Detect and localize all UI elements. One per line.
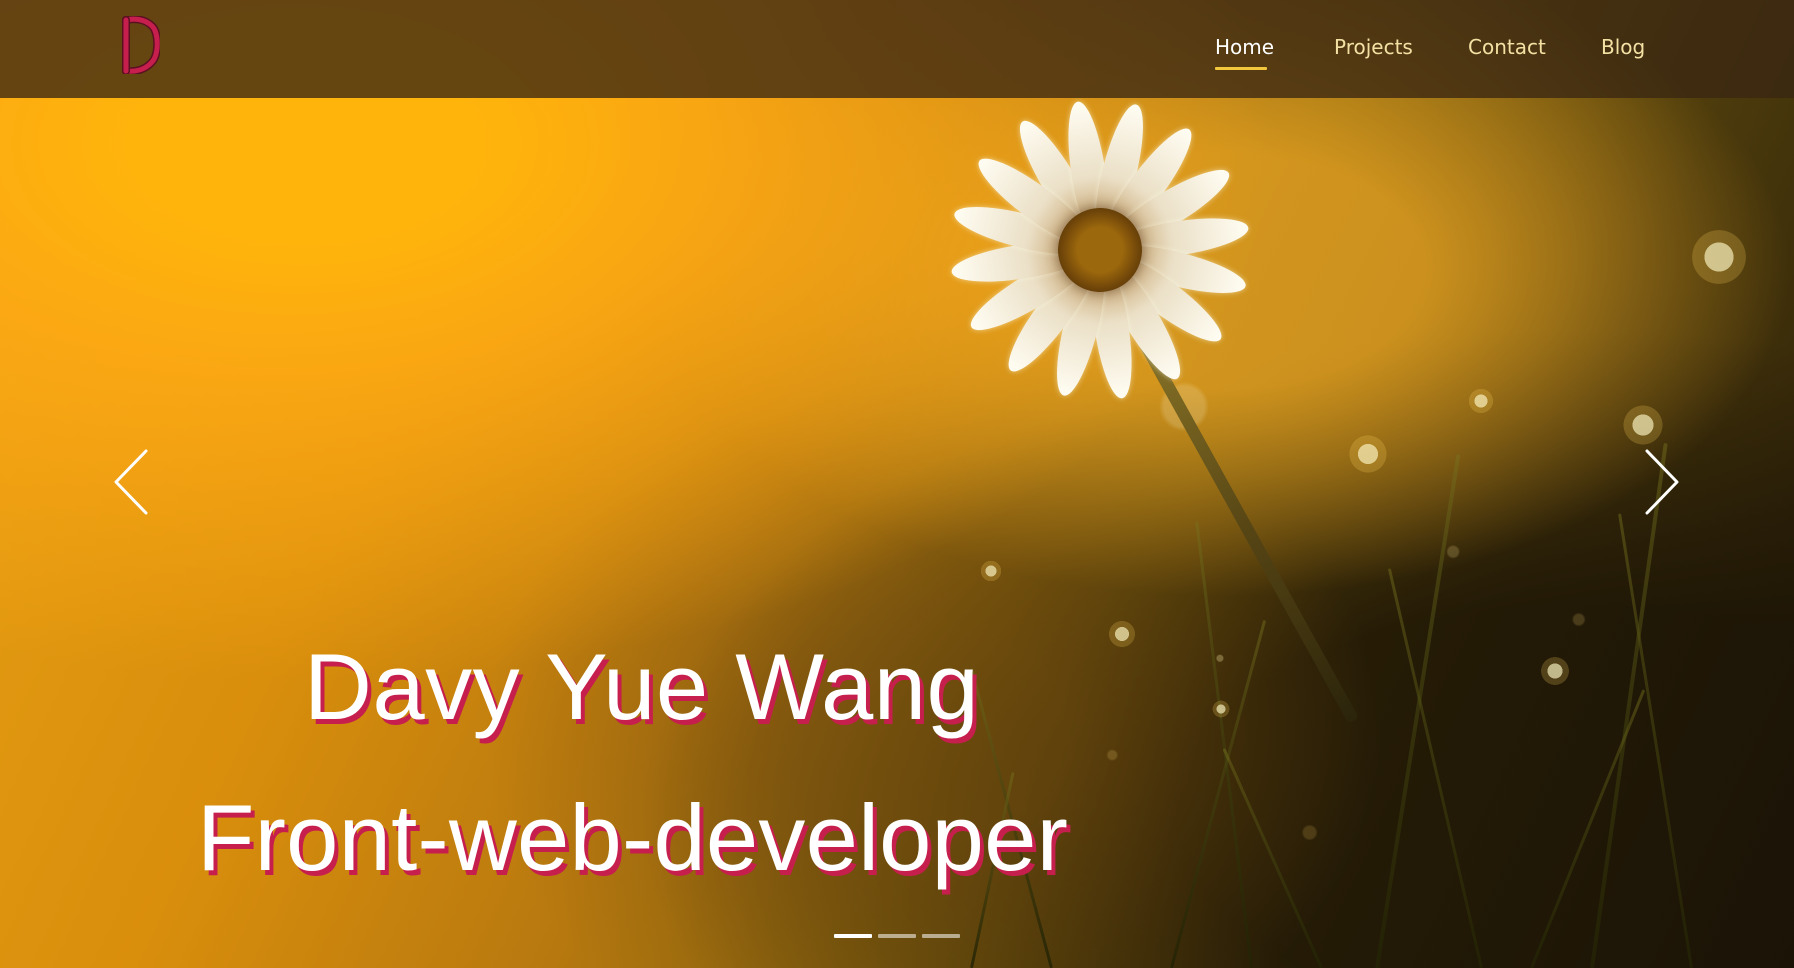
- grass-blade: [1195, 521, 1253, 968]
- bokeh-light: [980, 560, 1002, 582]
- slide-indicator-1[interactable]: [834, 934, 872, 938]
- carousel-indicators: [834, 934, 960, 938]
- bokeh-light: [1468, 388, 1494, 414]
- grass-blade: [1375, 454, 1461, 968]
- bokeh-light: [1108, 620, 1136, 648]
- grass-blade: [1387, 568, 1483, 968]
- chevron-right-icon: [1645, 449, 1679, 515]
- bokeh-light: [1540, 656, 1570, 686]
- next-slide-button[interactable]: [1635, 447, 1685, 517]
- nav-projects-label: Projects: [1334, 35, 1413, 59]
- daisy-flower: [894, 44, 1306, 456]
- chevron-left-icon: [114, 449, 148, 515]
- bokeh-light: [1690, 228, 1748, 286]
- nav-home-label: Home: [1215, 35, 1275, 59]
- previous-slide-button[interactable]: [108, 447, 158, 517]
- bokeh-light: [1212, 700, 1230, 718]
- nav-contact-label: Contact: [1468, 35, 1546, 59]
- slide-indicator-3[interactable]: [922, 934, 960, 938]
- slide-indicator-2[interactable]: [878, 934, 916, 938]
- portfolio-home-page: Home Projects Contact Blog Davy Yue Wang…: [0, 0, 1794, 968]
- nav-blog-link[interactable]: Blog: [1601, 34, 1645, 60]
- grass-blade: [1618, 513, 1693, 968]
- hero-name-title: Davy Yue Wang: [304, 634, 980, 739]
- bokeh-light: [1622, 404, 1664, 446]
- grass-blade: [1530, 689, 1646, 968]
- nav-projects-link[interactable]: Projects: [1334, 34, 1413, 60]
- hero-role-subtitle: Front-web-developer: [197, 785, 1069, 890]
- nav-home-link[interactable]: Home: [1215, 34, 1275, 70]
- nav-contact-link[interactable]: Contact: [1468, 34, 1546, 60]
- grass-blade: [1590, 442, 1668, 968]
- bokeh-light: [1348, 434, 1388, 474]
- nav-blog-label: Blog: [1601, 35, 1646, 59]
- brand-logo[interactable]: [118, 16, 160, 74]
- grass-blade: [1170, 619, 1267, 968]
- site-header: Home Projects Contact Blog: [0, 0, 1794, 98]
- active-nav-underline: [1215, 67, 1267, 70]
